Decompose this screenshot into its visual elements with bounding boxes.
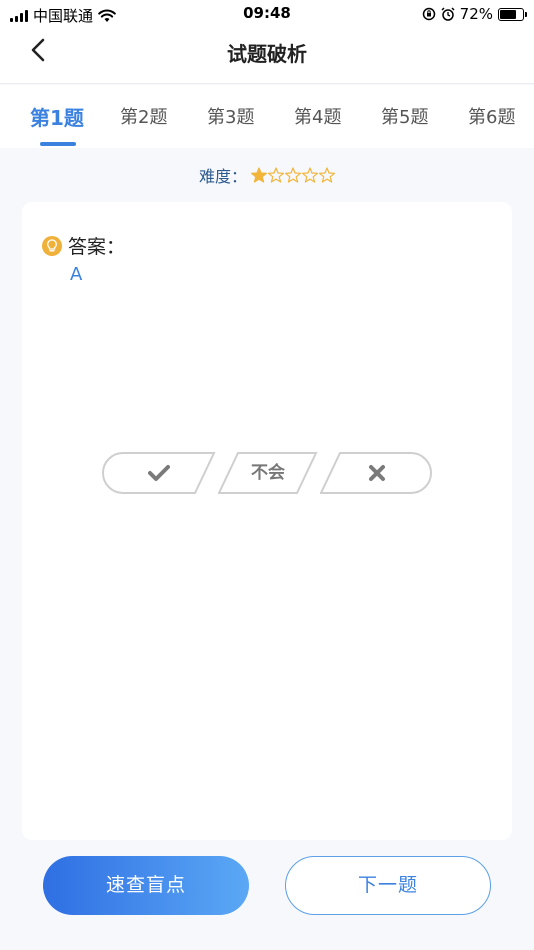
page-title: 试题破析 xyxy=(227,42,307,66)
tab-question-6[interactable]: 第6题 xyxy=(468,103,515,129)
rotation-lock-icon xyxy=(422,7,435,21)
answer-value: A xyxy=(70,264,83,285)
difficulty-row: 难度： xyxy=(0,163,534,187)
quick-check-button[interactable]: 速查盲点 xyxy=(43,856,249,915)
difficulty-stars xyxy=(251,167,335,183)
checkmark-icon xyxy=(148,465,170,481)
tab-question-1[interactable]: 第1题 xyxy=(30,102,84,131)
mark-correct-button[interactable] xyxy=(102,452,216,494)
star-empty-icon xyxy=(268,167,284,183)
self-assessment-group: 不会 xyxy=(102,452,432,494)
tab-question-4[interactable]: 第4题 xyxy=(294,103,341,129)
tab-question-5[interactable]: 第5题 xyxy=(381,103,428,129)
answer-card: 答案： A 不会 xyxy=(22,202,512,840)
answer-header: 答案： xyxy=(42,232,125,259)
status-bar: 中国联通 09:48 72% xyxy=(0,0,534,28)
cross-icon xyxy=(369,465,385,481)
status-right: 72% xyxy=(422,5,527,23)
alarm-icon xyxy=(441,7,455,21)
mark-unknown-button[interactable]: 不会 xyxy=(217,452,318,494)
tab-question-3[interactable]: 第3题 xyxy=(207,103,254,129)
unknown-label: 不会 xyxy=(251,463,285,483)
answer-label: 答案： xyxy=(68,236,126,258)
star-empty-icon xyxy=(302,167,318,183)
star-filled-icon xyxy=(251,167,267,183)
difficulty-label: 难度： xyxy=(198,167,247,186)
mark-wrong-button[interactable] xyxy=(319,452,432,494)
lightbulb-icon xyxy=(42,235,62,256)
next-question-button[interactable]: 下一题 xyxy=(285,856,491,915)
battery-icon xyxy=(498,7,527,21)
battery-percent: 72% xyxy=(459,5,493,23)
star-empty-icon xyxy=(319,167,335,183)
tab-question-2[interactable]: 第2题 xyxy=(120,103,167,129)
nav-bar: 试题破析 xyxy=(0,28,534,84)
question-tabs: 第1题 第2题 第3题 第4题 第5题 第6题 xyxy=(0,85,534,148)
active-tab-indicator xyxy=(40,142,76,146)
star-empty-icon xyxy=(285,167,301,183)
